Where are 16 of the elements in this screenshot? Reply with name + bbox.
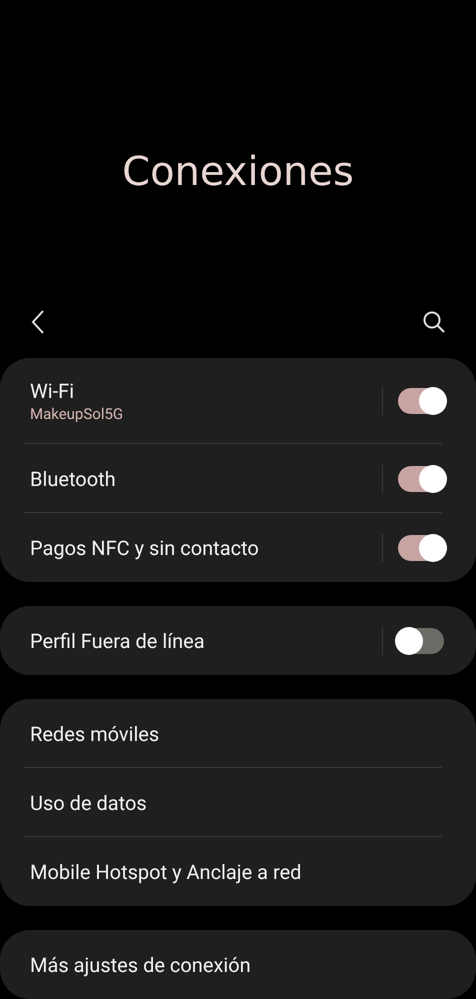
setting-label: Mobile Hotspot y Anclaje a red <box>30 858 302 884</box>
back-icon[interactable] <box>30 308 46 335</box>
setting-subtitle: MakeupSol5G <box>30 404 124 424</box>
toggle-switch[interactable] <box>398 628 444 654</box>
setting-label: Wi-Fi <box>30 378 76 404</box>
setting-label: Más ajustes de conexión <box>30 952 252 978</box>
toggle-switch[interactable] <box>398 466 444 492</box>
toggle-switch[interactable] <box>398 388 444 414</box>
setting-label: Pagos NFC y sin contacto <box>30 534 260 560</box>
setting-label: Bluetooth <box>30 466 117 492</box>
toggle-switch[interactable] <box>398 534 444 560</box>
setting-label: Uso de datos <box>30 790 148 816</box>
setting-label: Redes móviles <box>30 720 160 746</box>
search-icon[interactable] <box>422 310 446 334</box>
setting-label: Perfil Fuera de línea <box>30 628 206 654</box>
page-title: Conexiones <box>122 148 354 197</box>
